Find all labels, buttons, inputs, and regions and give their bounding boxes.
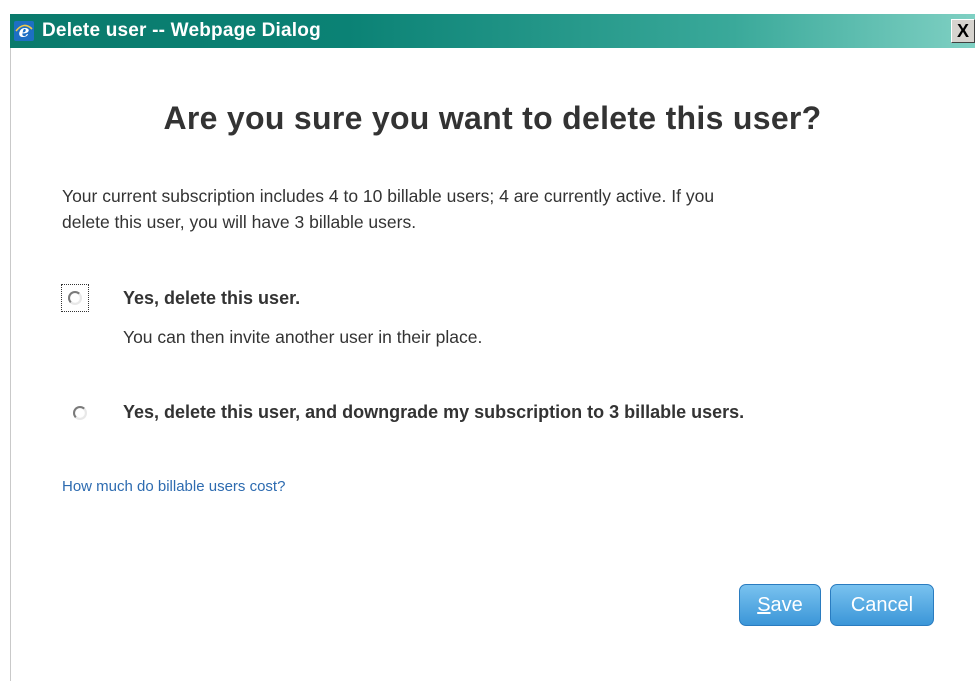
radio-delete-user[interactable]: [61, 284, 89, 312]
cancel-button[interactable]: Cancel: [830, 584, 934, 626]
title-bar[interactable]: e Delete user -- Webpage Dialog X: [10, 14, 975, 48]
radio-circle[interactable]: [68, 291, 82, 305]
radio-circle[interactable]: [73, 406, 87, 420]
info-line-1: Your current subscription includes 4 to …: [62, 186, 715, 206]
dialog-heading: Are you sure you want to delete this use…: [163, 100, 822, 136]
window-title: Delete user -- Webpage Dialog: [42, 20, 321, 41]
save-label-rest: ave: [770, 594, 803, 616]
save-button[interactable]: Save: [739, 584, 821, 626]
billable-cost-link[interactable]: How much do billable users cost?: [62, 478, 285, 495]
option-downgrade-label[interactable]: Yes, delete this user, and downgrade my …: [123, 402, 744, 423]
radio-delete-and-downgrade[interactable]: [67, 400, 95, 428]
info-line-2: delete this user, you will have 3 billab…: [62, 212, 417, 232]
close-icon[interactable]: X: [951, 19, 975, 43]
top-gap: [0, 0, 975, 14]
save-accesskey: S: [757, 594, 771, 616]
internet-explorer-icon: e: [14, 21, 34, 41]
subscription-info: Your current subscription includes 4 to …: [62, 183, 922, 235]
window-border: [10, 48, 11, 681]
option-delete-user-label[interactable]: Yes, delete this user.: [123, 288, 300, 309]
delete-user-dialog: e Delete user -- Webpage Dialog X Are yo…: [0, 0, 975, 681]
option-delete-user-sublabel: You can then invite another user in thei…: [123, 327, 483, 347]
